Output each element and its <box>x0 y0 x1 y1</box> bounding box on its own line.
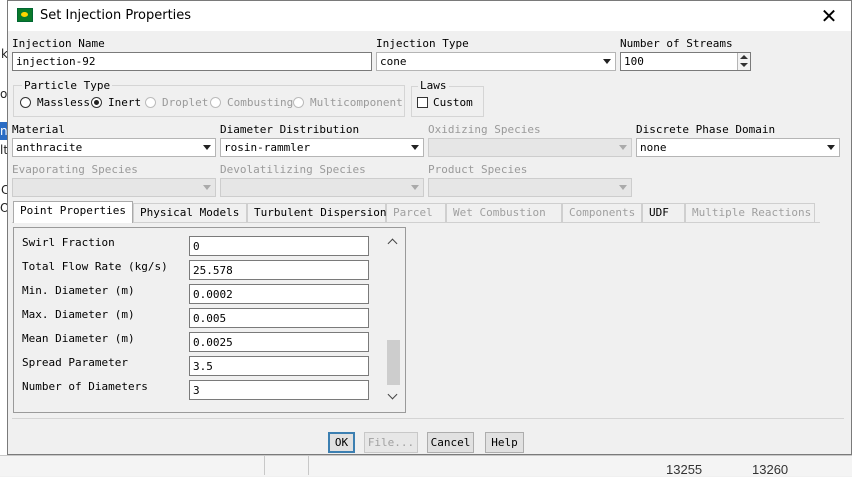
number-of-streams-label: Number of Streams <box>620 37 733 50</box>
cancel-button[interactable]: Cancel <box>427 432 474 453</box>
radio-multicomponent[interactable] <box>293 97 304 108</box>
window-title: Set Injection Properties <box>40 8 192 23</box>
background-divider <box>308 456 309 475</box>
tab-udf[interactable]: UDF <box>642 203 685 222</box>
mean-diameter-label: Mean Diameter (m) <box>22 332 135 345</box>
oxidizing-species-dropdown[interactable] <box>428 138 632 157</box>
background-table-strip <box>0 455 852 476</box>
tab-wet-combustion[interactable]: Wet Combustion <box>446 203 562 222</box>
discrete-phase-domain-value: none <box>640 141 667 154</box>
material-dropdown[interactable]: anthracite <box>12 138 216 157</box>
swirl-fraction-label: Swirl Fraction <box>22 236 115 249</box>
file-button[interactable]: File... <box>364 432 418 453</box>
tab-strip-line <box>12 222 820 223</box>
number-of-streams-spinner[interactable] <box>737 53 750 70</box>
injection-name-label: Injection Name <box>12 37 105 50</box>
number-of-diameters-label: Number of Diameters <box>22 380 148 393</box>
radio-inert-label[interactable]: Inert <box>108 96 141 109</box>
total-flow-rate-input[interactable]: 25.578 <box>189 260 369 280</box>
close-button[interactable]: ✕ <box>814 5 844 27</box>
chevron-down-icon <box>411 145 419 150</box>
spread-parameter-input[interactable]: 3.5 <box>189 356 369 376</box>
radio-combusting-label[interactable]: Combusting <box>227 96 293 109</box>
chevron-down-icon <box>411 185 419 190</box>
number-of-streams-value: 100 <box>624 55 644 68</box>
button-separator <box>12 418 844 419</box>
tab-turbulent-dispersion[interactable]: Turbulent Dispersion <box>247 203 386 222</box>
evaporating-species-dropdown[interactable] <box>12 178 216 197</box>
number-of-diameters-input[interactable]: 3 <box>189 380 369 400</box>
diameter-distribution-value: rosin-rammler <box>224 141 311 154</box>
material-value: anthracite <box>16 141 83 154</box>
diameter-distribution-label: Diameter Distribution <box>220 123 360 136</box>
discrete-phase-domain-label: Discrete Phase Domain <box>636 123 776 136</box>
number-of-streams-input[interactable]: 100 <box>620 52 751 71</box>
spread-parameter-label: Spread Parameter <box>22 356 128 369</box>
radio-droplet[interactable] <box>145 97 156 108</box>
chevron-down-icon <box>827 145 835 150</box>
particle-type-label: Particle Type <box>22 79 113 92</box>
tab-point-properties[interactable]: Point Properties <box>13 201 133 223</box>
chevron-down-icon <box>619 145 627 150</box>
title-bar[interactable]: Set Injection Properties ✕ <box>8 1 851 31</box>
chevron-down-icon <box>603 59 611 64</box>
material-label: Material <box>12 123 65 136</box>
spin-down-icon[interactable] <box>740 63 748 67</box>
tab-physical-models[interactable]: Physical Models <box>133 203 247 222</box>
max-diameter-input[interactable]: 0.005 <box>189 308 369 328</box>
devolatilizing-species-label: Devolatilizing Species <box>220 163 366 176</box>
chevron-down-icon <box>203 185 211 190</box>
radio-combusting[interactable] <box>210 97 221 108</box>
help-button[interactable]: Help <box>485 432 524 453</box>
background-divider <box>264 456 265 475</box>
injection-type-label: Injection Type <box>376 37 469 50</box>
discrete-phase-domain-dropdown[interactable]: none <box>636 138 840 157</box>
min-diameter-label: Min. Diameter (m) <box>22 284 135 297</box>
product-species-label: Product Species <box>428 163 528 176</box>
laws-label: Laws <box>418 79 449 92</box>
fluent-app-icon <box>17 8 33 22</box>
tab-components[interactable]: Components <box>562 203 642 222</box>
scrollbar-thumb[interactable] <box>387 340 400 385</box>
radio-multicomponent-label[interactable]: Multicomponent <box>310 96 403 109</box>
custom-laws-checkbox[interactable] <box>417 97 428 108</box>
injection-type-value: cone <box>380 55 407 68</box>
radio-inert[interactable] <box>91 97 102 108</box>
injection-type-dropdown[interactable]: cone <box>376 52 616 71</box>
min-diameter-input[interactable]: 0.0002 <box>189 284 369 304</box>
evaporating-species-label: Evaporating Species <box>12 163 138 176</box>
swirl-fraction-input[interactable]: 0 <box>189 236 369 256</box>
oxidizing-species-label: Oxidizing Species <box>428 123 541 136</box>
tab-multiple-reactions[interactable]: Multiple Reactions <box>685 203 815 222</box>
max-diameter-label: Max. Diameter (m) <box>22 308 135 321</box>
devolatilizing-species-dropdown[interactable] <box>220 178 424 197</box>
spin-up-icon[interactable] <box>740 55 748 59</box>
radio-massless-label[interactable]: Massless <box>37 96 90 109</box>
chevron-down-icon <box>619 185 627 190</box>
radio-massless[interactable] <box>20 97 31 108</box>
point-properties-panel: Swirl Fraction 0 Total Flow Rate (kg/s) … <box>13 227 406 413</box>
injection-name-input[interactable]: injection-92 <box>12 52 372 71</box>
custom-laws-label[interactable]: Custom <box>433 96 473 109</box>
diameter-distribution-dropdown[interactable]: rosin-rammler <box>220 138 424 157</box>
tab-parcel[interactable]: Parcel <box>386 203 446 222</box>
total-flow-rate-label: Total Flow Rate (kg/s) <box>22 260 168 273</box>
ok-button[interactable]: OK <box>328 432 355 453</box>
mean-diameter-input[interactable]: 0.0025 <box>189 332 369 352</box>
close-icon: ✕ <box>820 4 838 28</box>
product-species-dropdown[interactable] <box>428 178 632 197</box>
set-injection-properties-dialog: Set Injection Properties ✕ Injection Nam… <box>7 0 852 455</box>
radio-droplet-label[interactable]: Droplet <box>162 96 208 109</box>
chevron-down-icon <box>203 145 211 150</box>
